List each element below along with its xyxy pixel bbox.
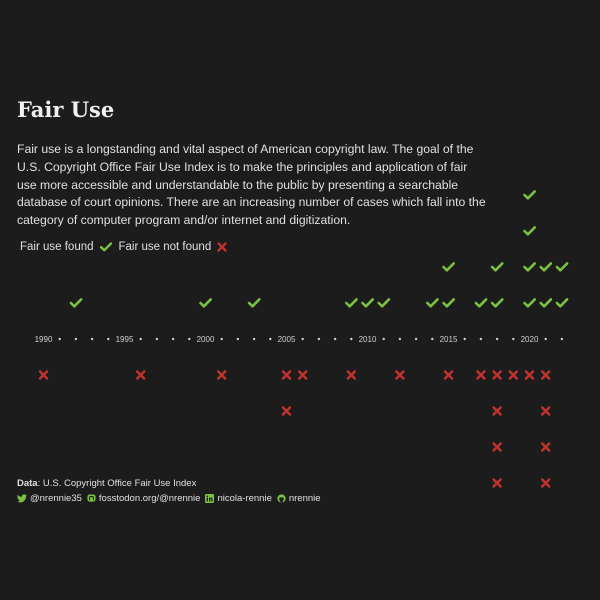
linkedin-icon [205, 494, 215, 504]
fair-use-found-mark [523, 190, 536, 200]
fair-use-not-found-mark [346, 370, 357, 380]
fair-use-found-mark [199, 298, 212, 308]
axis-year-dot [560, 337, 564, 341]
fair-use-found-mark [69, 298, 83, 308]
caption: Data: U.S. Copyright Office Fair Use Ind… [17, 477, 326, 506]
axis-year-dot [544, 337, 547, 341]
fair-use-not-found-mark [524, 370, 535, 380]
fair-use-not-found-mark [492, 406, 502, 416]
fair-use-found-mark [523, 298, 536, 308]
fair-use-not-found-mark [38, 370, 49, 380]
fair-use-not-found-mark [281, 406, 292, 416]
axis-year-dot [398, 337, 402, 341]
fair-use-not-found-mark [540, 442, 551, 452]
axis-year-dot [74, 337, 78, 341]
axis-year-dot [58, 337, 61, 341]
fair-use-not-found-mark [540, 406, 551, 416]
axis-year-dot [301, 337, 304, 341]
fair-use-not-found-mark [281, 370, 292, 380]
axis-year-dot [188, 337, 191, 341]
fair-use-found-mark [539, 262, 553, 272]
axis-year-dot [90, 337, 94, 341]
axis-tick-label: 2020 [521, 335, 539, 344]
axis-tick-label: 2010 [359, 335, 377, 344]
axis-year-dot [155, 337, 159, 341]
axis-tick-label: 2005 [278, 335, 296, 344]
axis-year-dot [317, 337, 321, 341]
twitter-icon [17, 494, 27, 503]
mastodon-icon [87, 494, 96, 503]
axis-year-dot [463, 337, 466, 341]
fair-use-found-mark [345, 298, 358, 308]
fair-use-found-mark [555, 262, 569, 272]
axis-tick-label: 1990 [35, 335, 53, 344]
axis-year-dot [171, 337, 175, 341]
fair-use-not-found-mark [135, 370, 146, 380]
fair-use-not-found-mark [492, 478, 502, 488]
axis-year-dot [512, 337, 515, 341]
fair-use-found-mark [442, 262, 455, 272]
fair-use-not-found-mark [443, 370, 454, 380]
axis-year-dot [107, 337, 110, 341]
social-mastodon[interactable]: fosstodon.org/@nrennie [87, 492, 200, 507]
axis-year-dot [382, 337, 385, 341]
axis-year-dot [350, 337, 353, 341]
axis-year-dot [269, 337, 272, 341]
fair-use-found-mark [474, 298, 488, 308]
axis-year-dot [414, 337, 418, 341]
fair-use-found-mark [247, 298, 261, 308]
fair-use-not-found-mark [297, 370, 308, 380]
fair-use-not-found-mark [395, 370, 405, 380]
fair-use-found-mark [539, 298, 553, 308]
fair-use-found-mark [361, 298, 374, 308]
axis-year-dot [252, 337, 256, 341]
axis-year-dot [431, 337, 434, 341]
social-twitter[interactable]: @nrennie35 [17, 492, 82, 507]
fair-use-not-found-mark [540, 478, 551, 488]
fair-use-not-found-mark [492, 442, 502, 452]
data-source: Data: U.S. Copyright Office Fair Use Ind… [17, 478, 197, 489]
axis-tick-label: 2015 [440, 335, 458, 344]
fair-use-not-found-mark [476, 370, 486, 380]
fair-use-not-found-mark [492, 370, 502, 380]
axis-year-dot [236, 337, 240, 341]
fair-use-found-mark [377, 298, 391, 308]
social-linkedin[interactable]: nicola-rennie [205, 492, 272, 507]
fair-use-found-mark [523, 262, 536, 272]
axis-year-dot [479, 337, 483, 341]
fair-use-not-found-mark [540, 370, 551, 380]
social-github[interactable]: nrennie [277, 492, 321, 507]
axis-tick-label: 2000 [197, 335, 215, 344]
fair-use-found-mark [490, 298, 504, 308]
fair-use-found-mark [426, 298, 439, 308]
fair-use-found-mark [555, 298, 569, 308]
fair-use-found-mark [442, 298, 455, 308]
axis-year-dot [139, 337, 142, 341]
axis-year-dot [220, 337, 223, 341]
axis-year-dot [333, 337, 337, 341]
fair-use-not-found-mark [216, 370, 227, 380]
fair-use-found-mark [523, 226, 536, 236]
axis-year-dot [495, 337, 499, 341]
social-links: @nrennie35 fosstodon.org/@nrennie nicola… [17, 492, 326, 507]
fair-use-not-found-mark [508, 370, 519, 380]
dot-plot-chart: 1990 1995 2000 2005 2010 2015 2020 [35, 190, 569, 488]
axis-tick-label: 1995 [116, 335, 134, 344]
fair-use-found-mark [490, 262, 504, 272]
github-icon [277, 494, 286, 503]
